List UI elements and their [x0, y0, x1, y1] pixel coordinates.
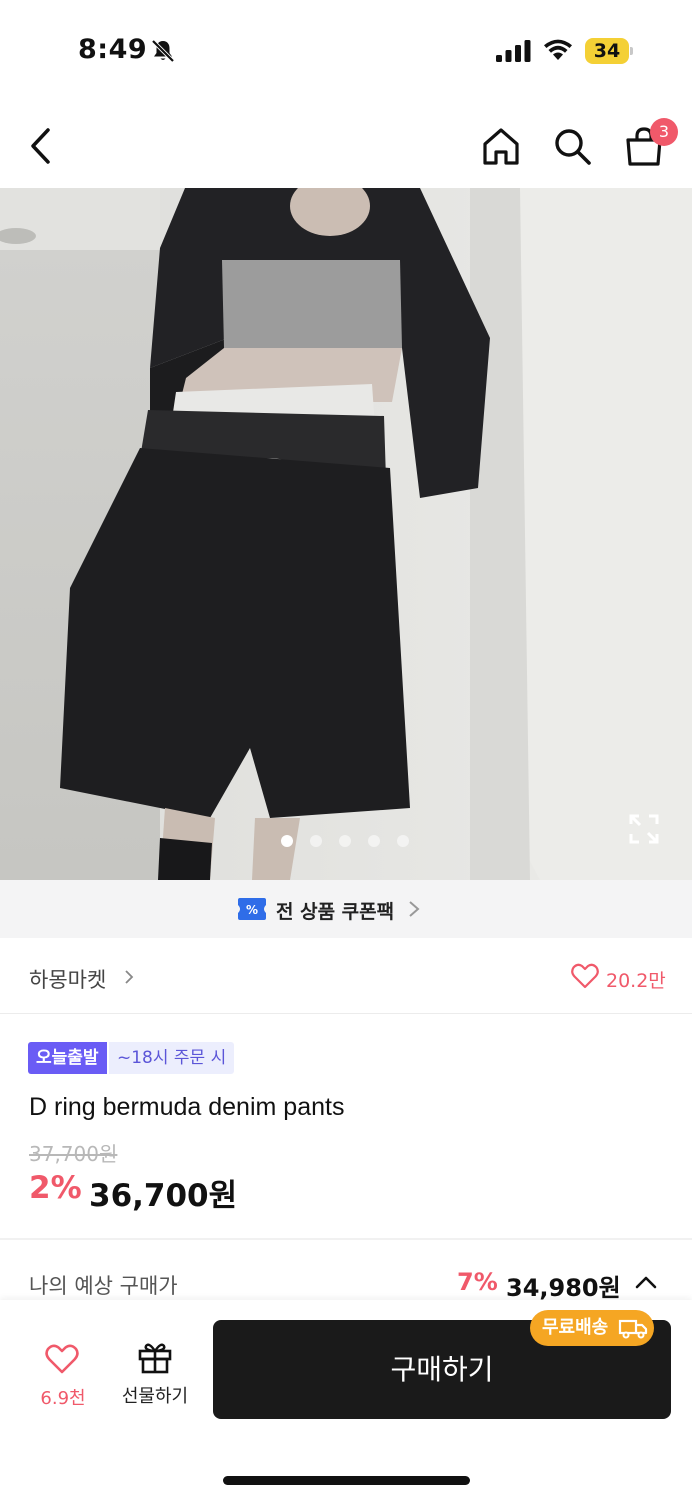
home-indicator: [223, 1476, 470, 1485]
status-time: 8:49: [78, 34, 148, 65]
expected-discount-rate: 7%: [457, 1268, 498, 1296]
heart-icon: [45, 1344, 79, 1374]
sale-price: 36,700원: [89, 1178, 238, 1214]
gift-button[interactable]: 선물하기: [112, 1336, 198, 1416]
heart-icon[interactable]: [571, 963, 599, 989]
coupon-icon: %: [238, 898, 266, 920]
product-photo: [0, 188, 692, 880]
cart-badge: 3: [650, 118, 678, 146]
gallery-dot[interactable]: [281, 835, 293, 847]
battery-tip: [630, 47, 633, 55]
back-icon[interactable]: [26, 124, 58, 168]
expected-price: 34,980원: [506, 1274, 621, 1302]
like-count: 20.2만: [606, 970, 666, 992]
gallery-dot[interactable]: [397, 835, 409, 847]
gallery-dot[interactable]: [339, 835, 351, 847]
chevron-up-icon[interactable]: [634, 1274, 658, 1290]
svg-text:%: %: [246, 903, 258, 917]
wifi-icon: [544, 39, 572, 60]
wishlist-count: 6.9천: [40, 1388, 86, 1409]
store-name[interactable]: 하몽마켓: [29, 964, 106, 994]
nav-bar: [0, 100, 692, 188]
battery-level: 34: [593, 40, 621, 62]
section-divider: [0, 1238, 692, 1240]
status-bar: 8:49 34: [0, 0, 692, 100]
product-image-gallery[interactable]: [0, 188, 692, 880]
gift-label: 선물하기: [121, 1386, 189, 1407]
signal-icon: [496, 40, 531, 62]
gallery-dot[interactable]: [310, 835, 322, 847]
store-row: 하몽마켓 20.2만: [0, 938, 692, 1014]
battery-icon: 34: [585, 38, 633, 64]
bell-off-icon: [151, 39, 175, 63]
gallery-dot[interactable]: [368, 835, 380, 847]
today-shipping-badge: 오늘출발: [28, 1042, 107, 1074]
gallery-dots: [281, 833, 411, 849]
order-cutoff-badge: ~18시 주문 시: [109, 1042, 235, 1074]
original-price: 37,700원: [29, 1142, 118, 1166]
product-title: D ring bermuda denim pants: [29, 1093, 345, 1121]
gift-icon: [138, 1343, 172, 1374]
chevron-right-icon: [409, 901, 420, 917]
expected-price-label: 나의 예상 구매가: [29, 1274, 178, 1298]
expand-icon[interactable]: [628, 813, 660, 845]
wishlist-button[interactable]: 6.9천: [28, 1336, 100, 1416]
discount-rate: 2%: [29, 1170, 82, 1206]
home-icon[interactable]: [480, 126, 522, 168]
chevron-right-icon: [125, 970, 134, 984]
truck-icon: [618, 1319, 648, 1339]
coupon-pack-banner[interactable]: % 전 상품 쿠폰팩: [0, 880, 692, 938]
search-icon[interactable]: [552, 126, 592, 166]
coupon-label: 전 상품 쿠폰팩: [276, 901, 395, 923]
